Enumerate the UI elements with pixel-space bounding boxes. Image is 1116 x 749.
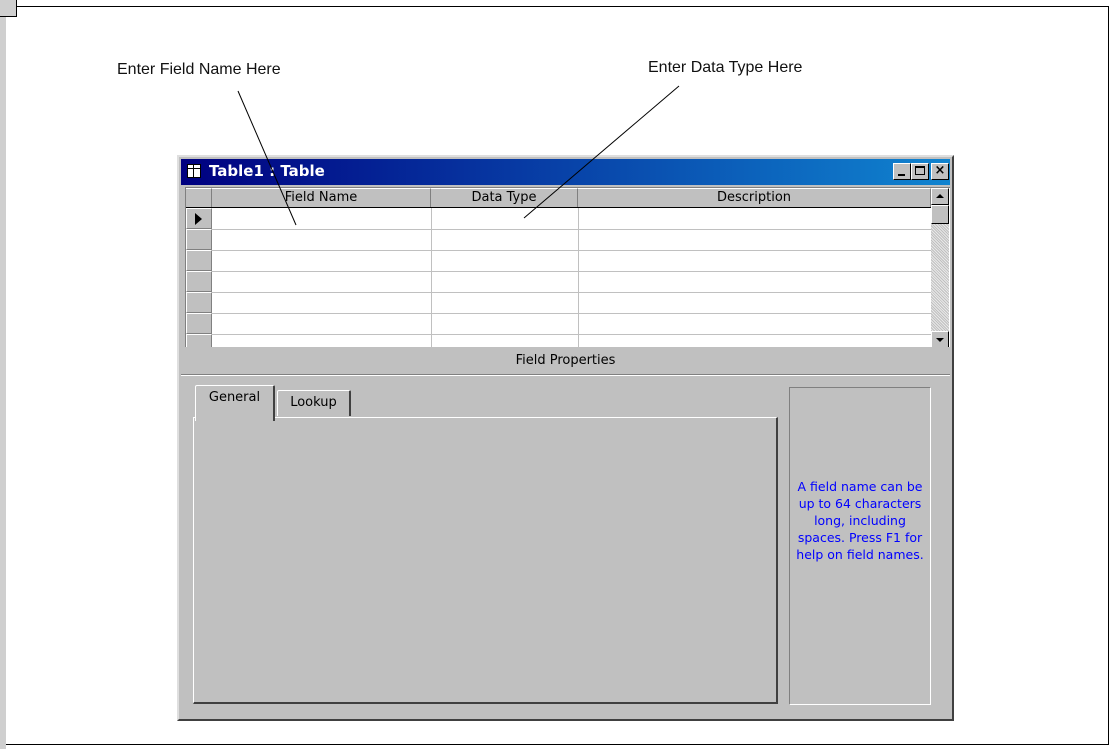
left-edge-strip [0,17,6,749]
scroll-down-button[interactable] [931,331,949,347]
description-cell[interactable] [579,250,930,270]
row-selector[interactable] [186,208,212,229]
table-design-window[interactable]: Table1 : Table × Field Name Data Type De… [177,155,954,721]
field-name-cell[interactable] [213,271,430,291]
row-divider [212,334,931,335]
data-type-cell[interactable] [432,292,577,312]
row-selector[interactable] [186,250,212,271]
up-arrow-icon [936,194,944,198]
field-grid: Field Name Data Type Description [185,187,950,347]
header-corner[interactable] [186,188,212,207]
close-button[interactable]: × [931,163,949,180]
general-tab-panel [193,417,778,704]
minimize-icon [898,174,905,176]
column-header-description[interactable]: Description [578,188,931,207]
data-type-cell[interactable] [432,208,577,228]
description-cell[interactable] [579,208,930,228]
data-type-cell[interactable] [432,313,577,333]
minimize-button[interactable] [893,163,911,180]
corner-block [0,0,17,17]
row-selector[interactable] [186,334,212,347]
column-header-field-name[interactable]: Field Name [212,188,431,207]
description-cell[interactable] [579,271,930,291]
description-cell[interactable] [579,313,930,333]
grid-header: Field Name Data Type Description [186,188,931,208]
field-name-cell[interactable] [213,208,430,228]
callout-data-type: Enter Data Type Here [648,59,803,76]
scroll-up-button[interactable] [931,188,949,205]
data-type-cell[interactable] [432,271,577,291]
row-selector[interactable] [186,313,212,334]
field-name-cell[interactable] [213,250,430,270]
title-bar[interactable]: Table1 : Table × [181,159,950,185]
help-text: A field name can be up to 64 characters … [796,479,924,562]
maximize-icon [915,166,925,175]
field-properties-label: Field Properties [515,353,616,368]
row-selector[interactable] [186,271,212,292]
data-type-cell[interactable] [432,250,577,270]
scroll-thumb[interactable] [931,205,949,224]
callout-field-name: Enter Field Name Here [117,61,281,78]
close-icon: × [934,163,946,178]
down-arrow-icon [936,338,944,342]
field-name-cell[interactable] [213,313,430,333]
row-selector-column [186,208,212,347]
column-header-data-type[interactable]: Data Type [431,188,578,207]
field-properties-divider [181,374,950,376]
description-cell[interactable] [579,292,930,312]
vertical-scrollbar[interactable] [931,188,949,347]
data-type-cell[interactable] [432,229,577,249]
table-icon [187,164,201,178]
maximize-button[interactable] [911,163,929,180]
row-selector[interactable] [186,229,212,250]
help-panel: A field name can be up to 64 characters … [789,387,931,705]
tab-lookup[interactable]: Lookup [277,390,351,416]
tab-general[interactable]: General [195,385,275,421]
row-selector[interactable] [186,292,212,313]
field-name-cell[interactable] [213,292,430,312]
current-row-arrow-icon [195,213,202,225]
description-cell[interactable] [579,229,930,249]
window-title: Table1 : Table [209,162,325,180]
field-name-cell[interactable] [213,229,430,249]
figure-page: Enter Field Name Here Enter Data Type He… [0,0,1116,749]
